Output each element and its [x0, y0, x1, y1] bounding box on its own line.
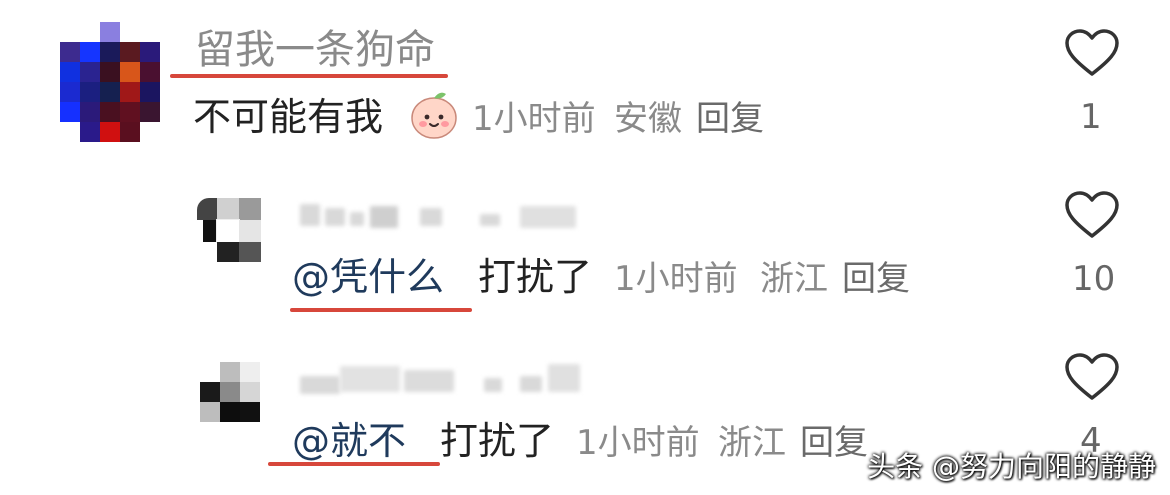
- highlight-underline: [170, 74, 448, 78]
- comment-time: 1小时前: [576, 423, 700, 463]
- heart-outline-icon: [1065, 191, 1119, 238]
- like-button[interactable]: [1064, 190, 1120, 240]
- watermark: 头条 @努力向阳的静静: [867, 450, 1156, 483]
- avatar[interactable]: [195, 190, 261, 262]
- comment-location: 浙江: [718, 423, 786, 463]
- highlight-underline: [268, 462, 440, 466]
- heart-outline-icon: [1065, 29, 1119, 76]
- heart-outline-icon: [1065, 353, 1119, 400]
- smiling-peach-emoji: [408, 88, 460, 140]
- like-button[interactable]: [1064, 28, 1120, 78]
- like-count: 1: [1080, 97, 1102, 137]
- comment-time: 1小时前: [614, 259, 738, 299]
- comment-location: 浙江: [760, 259, 828, 299]
- avatar[interactable]: [200, 362, 260, 422]
- comment-text: 打扰了: [478, 255, 593, 299]
- mention-link[interactable]: @就不: [292, 422, 406, 460]
- comment-text: 不可能有我: [193, 95, 384, 139]
- comment-time: 1小时前: [472, 99, 596, 139]
- highlight-underline: [290, 308, 472, 312]
- comment-text: 打扰了: [440, 419, 555, 463]
- mention-link[interactable]: @凭什么: [292, 258, 444, 296]
- comment-location: 安徽: [614, 99, 682, 139]
- like-button[interactable]: [1064, 352, 1120, 402]
- avatar[interactable]: [60, 22, 160, 142]
- username[interactable]: 留我一条狗命: [195, 30, 435, 70]
- like-count: 10: [1072, 259, 1116, 299]
- reply-button[interactable]: 回复: [842, 262, 910, 296]
- reply-button[interactable]: 回复: [696, 102, 764, 136]
- reply-button[interactable]: 回复: [800, 426, 868, 460]
